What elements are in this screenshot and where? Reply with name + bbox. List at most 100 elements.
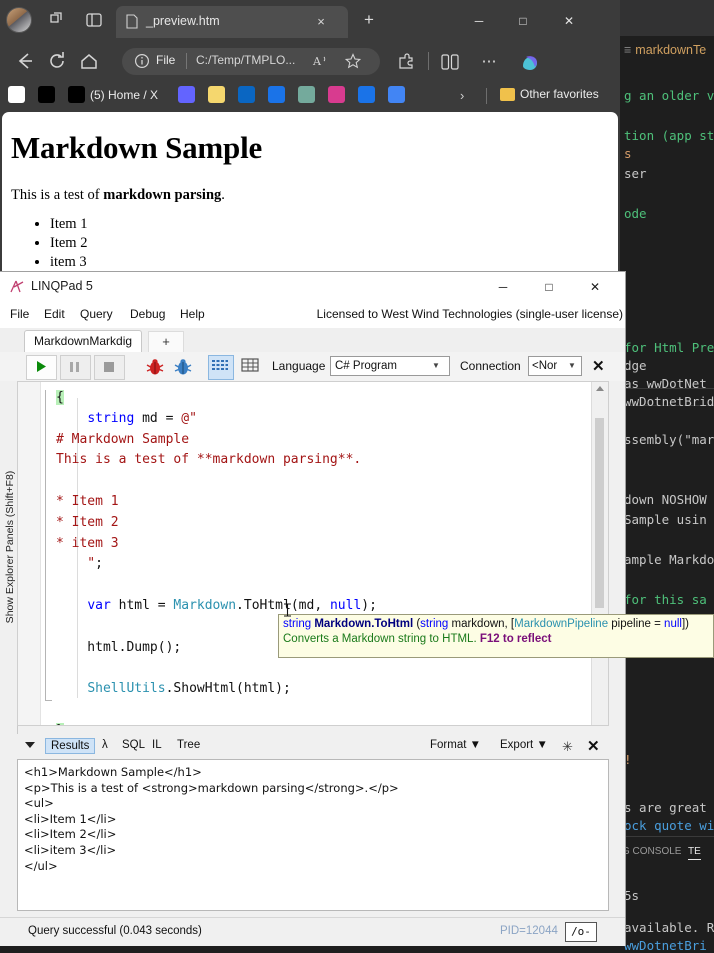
menu-help[interactable]: Help	[180, 307, 205, 321]
code-editor[interactable]: { string md = @" # Markdown Sample This is…	[17, 381, 609, 726]
tooltip-method-name: Markdown.ToHtml	[314, 618, 414, 630]
linqpad-maximize-button[interactable]: □	[526, 272, 572, 302]
copilot-bookmark[interactable]	[328, 86, 345, 106]
x-bookmark[interactable]	[38, 86, 55, 106]
format-menu[interactable]: Format ▼	[430, 739, 481, 751]
chevron-down-icon-connection[interactable]: ▼	[568, 361, 576, 370]
results-panel[interactable]: <h1>Markdown Sample</h1> <p>This is a tes…	[17, 759, 609, 911]
window-maximize-button[interactable]: □	[502, 6, 544, 36]
copilot-icon[interactable]	[516, 48, 544, 76]
result-line: <h1>Markdown Sample</h1>	[24, 765, 202, 779]
more-options-icon[interactable]: ⋯	[478, 52, 500, 72]
mastodon-bookmark[interactable]	[178, 86, 195, 106]
browser-tab[interactable]: _preview.htm ×	[116, 6, 348, 38]
blue-bug-icon[interactable]	[172, 356, 194, 378]
stop-button[interactable]	[94, 355, 125, 380]
contacts-bookmark-icon	[358, 86, 375, 104]
export-menu[interactable]: Export ▼	[500, 739, 548, 751]
linqpad-close-button[interactable]: ✕	[572, 272, 618, 302]
split-screen-icon[interactable]	[440, 52, 460, 72]
license-text: Licensed to West Wind Technologies (sing…	[316, 307, 623, 321]
info-icon[interactable]	[134, 53, 150, 69]
address-bar[interactable]: File C:/Temp/TMPLO... A	[122, 48, 380, 75]
toolbar-close-button[interactable]: ✕	[592, 357, 605, 375]
text-results-view-button[interactable]	[208, 355, 234, 380]
menu-debug[interactable]: Debug	[130, 307, 165, 321]
contacts-bookmark[interactable]	[358, 86, 375, 106]
reload-icon[interactable]	[44, 48, 70, 74]
code-line: {	[56, 390, 64, 405]
x-bookmark-icon	[38, 86, 55, 104]
linqpad-minimize-button[interactable]: ─	[480, 272, 526, 302]
results-tab-sql[interactable]: SQL	[117, 738, 150, 752]
tab-actions-icon[interactable]	[84, 10, 104, 30]
results-tab-[interactable]: λ	[97, 738, 113, 752]
favorite-star-icon[interactable]	[344, 52, 362, 70]
google-bookmark[interactable]	[8, 86, 25, 106]
results-toolbar: Format ▼ Export ▼ ✳ ✕ Results λ SQL IL Tree	[17, 734, 609, 759]
chatgpt-bookmark[interactable]	[298, 86, 315, 106]
menu-edit[interactable]: Edit	[44, 307, 65, 321]
tooltip-param1-name: markdown, [	[448, 618, 515, 630]
vscode-panel-tabs[interactable]: G CONSOLE TE	[620, 842, 714, 864]
optimization-indicator[interactable]: /o-	[565, 922, 597, 942]
vscode-panel-tab[interactable]: G CONSOLE	[622, 846, 681, 857]
x-home-bookmark-icon	[68, 86, 85, 104]
chevron-down-icon[interactable]: ▼	[432, 361, 440, 370]
favorites-bar: (5) Home / X › Other favorites	[0, 82, 620, 110]
x-home-bookmark[interactable]: (5) Home / X	[68, 86, 158, 106]
browser-tab-title: _preview.htm	[146, 14, 220, 28]
window-close-button[interactable]: ✕	[548, 6, 590, 36]
vscode-code-line: Sample usin	[624, 512, 707, 527]
vscode-tab-label: markdownTe	[635, 43, 707, 57]
vscode-code-line: s are great	[624, 800, 707, 815]
vscode-code-line: as wwDotNet	[624, 376, 707, 391]
result-line: <li>item 3</li>	[24, 842, 117, 857]
read-aloud-icon[interactable]: A	[312, 52, 330, 70]
other-favorites-button[interactable]: Other favorites	[520, 87, 599, 101]
notepad-bookmark[interactable]	[208, 86, 225, 106]
extensions-icon[interactable]	[396, 52, 416, 72]
add-query-tab-button[interactable]: +	[148, 331, 184, 352]
new-tab-button[interactable]: +	[358, 9, 380, 31]
tooltip-param2-default: null	[664, 618, 682, 630]
red-bug-icon[interactable]	[144, 356, 166, 378]
avatar[interactable]	[6, 7, 32, 33]
menu-query[interactable]: Query	[80, 307, 113, 321]
scrollbar-up-arrow[interactable]	[596, 386, 604, 391]
url-text[interactable]: C:/Temp/TMPLO...	[196, 53, 295, 67]
back-icon[interactable]	[12, 48, 38, 74]
query-tab-markdownmarkdig[interactable]: MarkdownMarkdig	[24, 330, 143, 354]
run-button[interactable]	[26, 355, 57, 380]
sparkle-icon[interactable]: ✳	[562, 739, 573, 755]
edge-titlebar: _preview.htm × + ─ □ ✕	[0, 0, 620, 40]
google-translate-bookmark-icon	[388, 86, 405, 104]
scrollbar-thumb[interactable]	[595, 418, 604, 608]
outlook-bookmark[interactable]	[238, 86, 255, 106]
pause-button[interactable]	[60, 355, 91, 380]
explorer-panel-strip[interactable]: Show Explorer Panels (Shift+F8)	[0, 381, 18, 833]
calendar-bookmark[interactable]	[268, 86, 285, 106]
menu-file[interactable]: File	[10, 307, 29, 321]
grid-results-view-button[interactable]	[239, 355, 263, 378]
editor-scrollbar[interactable]	[591, 382, 608, 725]
window-minimize-button[interactable]: ─	[458, 6, 500, 36]
tooltip-description: Converts a Markdown string to HTML.	[283, 633, 477, 645]
notepad-bookmark-icon	[208, 86, 225, 104]
paragraph-strong: markdown parsing	[103, 187, 222, 203]
copilot-pages-icon[interactable]	[46, 10, 66, 30]
results-tab-tree[interactable]: Tree	[172, 738, 205, 752]
vscode-panel-tab[interactable]: TE	[688, 846, 701, 860]
favorites-overflow-icon[interactable]: ›	[460, 88, 464, 103]
results-tab-il[interactable]: IL	[147, 738, 167, 752]
tab-close-icon[interactable]: ×	[312, 13, 330, 31]
google-translate-bookmark[interactable]	[388, 86, 405, 106]
results-close-button[interactable]: ✕	[587, 737, 600, 755]
tooltip-param2-name: pipeline =	[608, 618, 665, 630]
vscode-tab-markdowntest[interactable]: ≡ markdownTe	[620, 36, 714, 64]
collapse-results-icon[interactable]	[25, 742, 35, 748]
results-tab-results[interactable]: Results	[45, 738, 96, 754]
linqpad-titlebar: LINQPad 5 ─ □ ✕	[0, 272, 625, 302]
home-icon[interactable]	[76, 48, 102, 74]
code-line: html.Dump();	[56, 639, 182, 655]
